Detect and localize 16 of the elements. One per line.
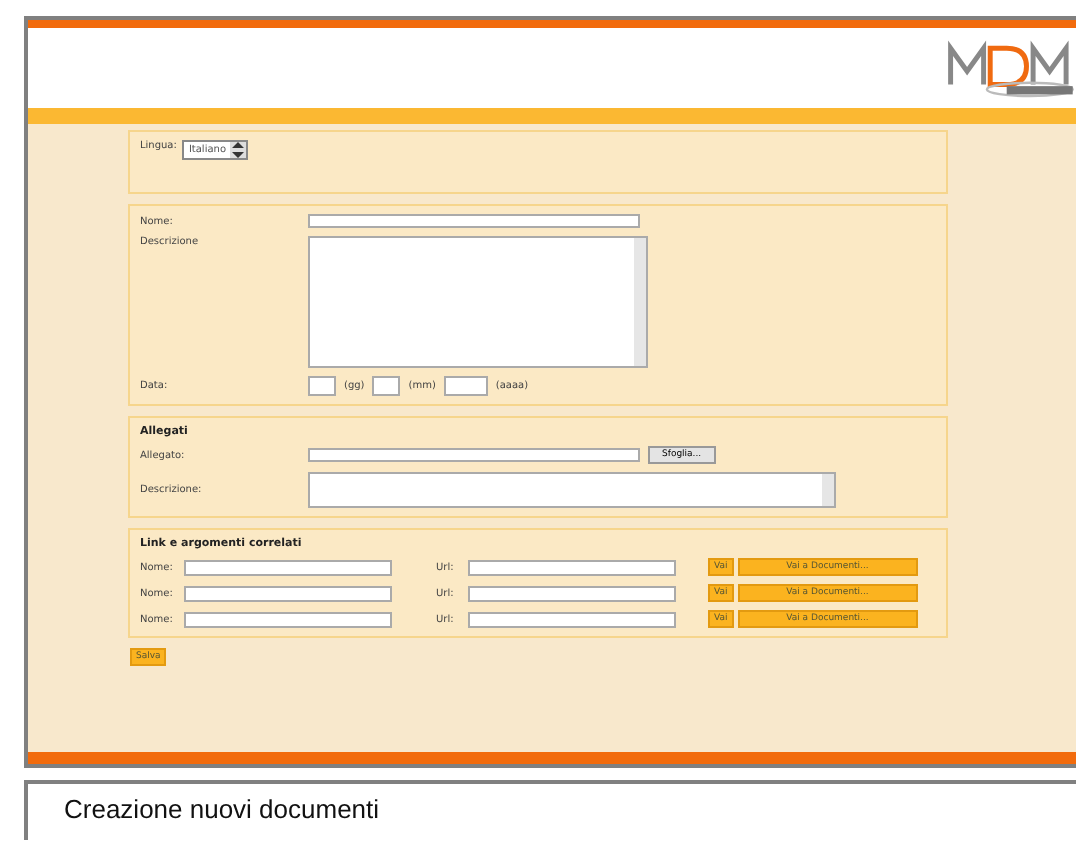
link-name-field[interactable] bbox=[184, 585, 392, 601]
logo-icon bbox=[944, 38, 1076, 98]
link-name-field[interactable] bbox=[184, 559, 392, 575]
caption: Creazione nuovi documenti bbox=[24, 780, 1076, 840]
url-field[interactable] bbox=[468, 559, 676, 575]
name-field[interactable] bbox=[308, 214, 640, 228]
description-field[interactable] bbox=[308, 236, 648, 368]
file-field[interactable] bbox=[308, 448, 640, 462]
dropdown-icon bbox=[232, 142, 245, 158]
month-field[interactable] bbox=[372, 376, 401, 396]
url-field[interactable] bbox=[468, 611, 676, 627]
link-name-field[interactable] bbox=[184, 611, 392, 627]
day-field[interactable] bbox=[308, 376, 336, 396]
url-field[interactable] bbox=[468, 585, 676, 601]
attachment-description-field[interactable] bbox=[308, 472, 836, 508]
year-field[interactable] bbox=[443, 376, 488, 396]
